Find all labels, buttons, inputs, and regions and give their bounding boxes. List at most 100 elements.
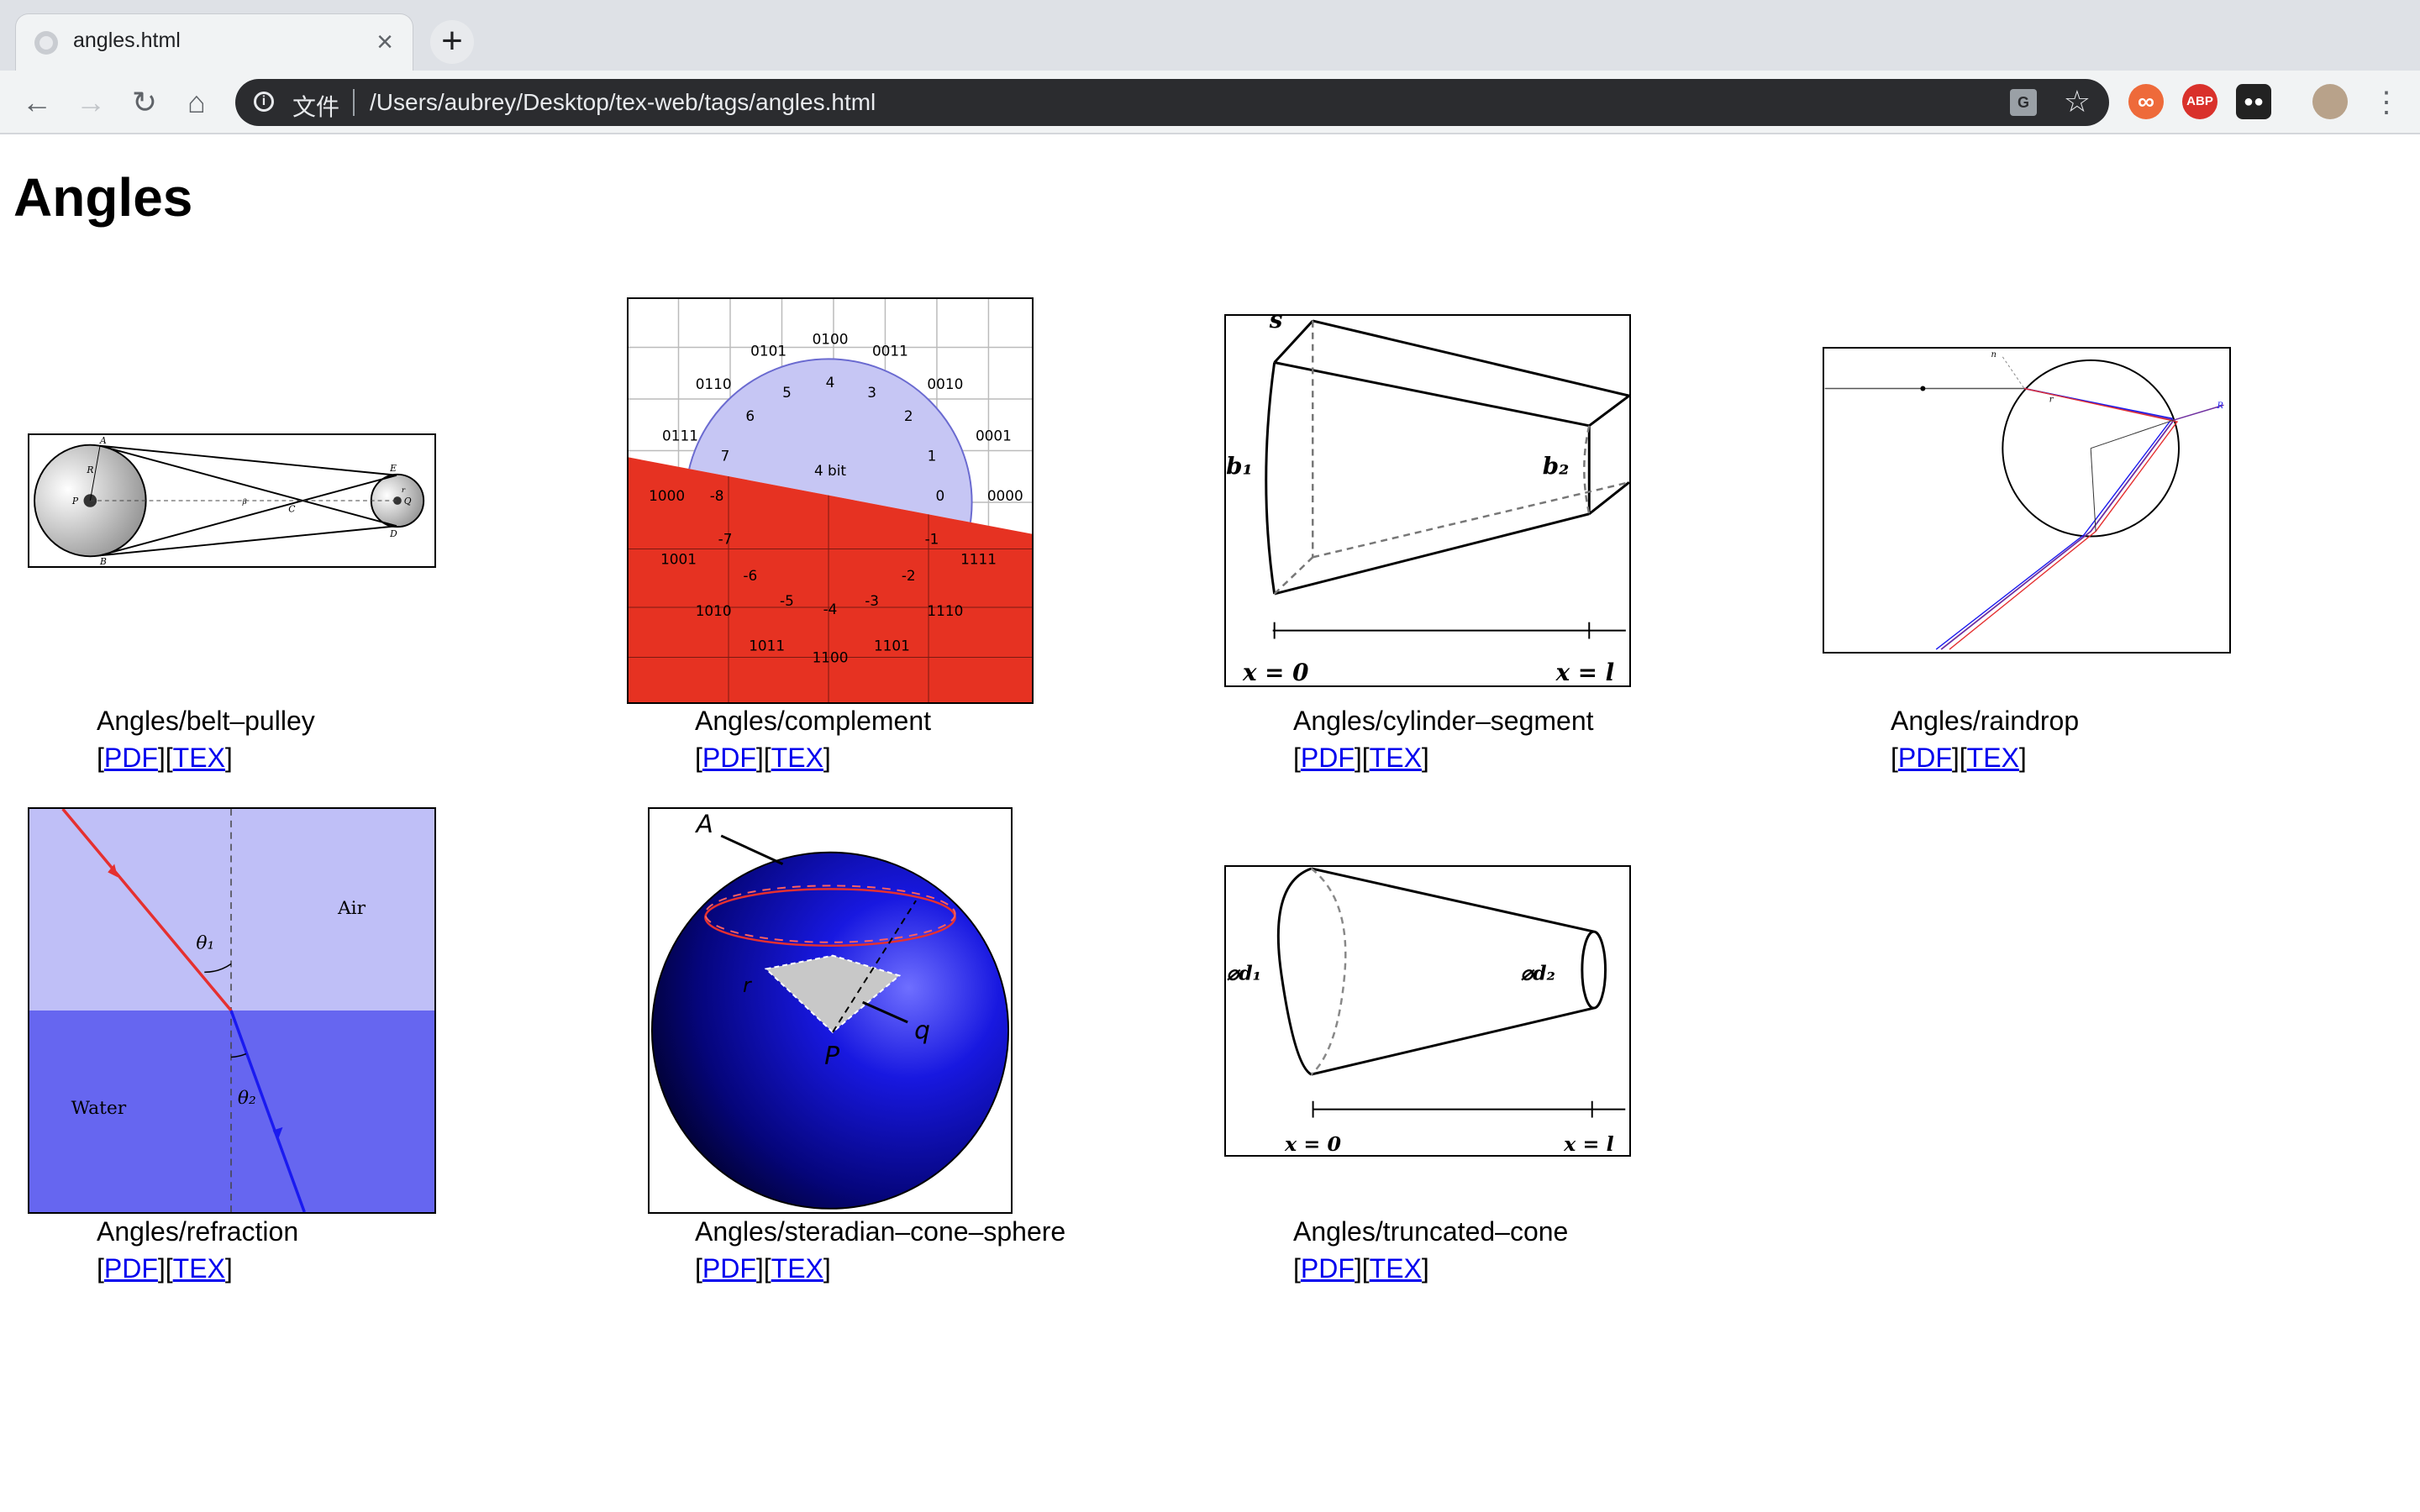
bookmark-star-icon[interactable]: ☆ [2064, 84, 2091, 119]
reload-icon[interactable]: ↻ [123, 81, 166, 124]
label-theta2: θ₂ [238, 1088, 256, 1109]
tex-link[interactable]: TEX [771, 743, 823, 773]
value-label: -5 [780, 592, 794, 609]
code-label: 0110 [696, 375, 732, 392]
new-tab-button[interactable]: + [430, 20, 474, 64]
pdf-link[interactable]: PDF [104, 743, 158, 773]
item-title: Angles/truncated–cone [1293, 1216, 1569, 1247]
value-label: -8 [710, 487, 724, 504]
code-label: 0111 [662, 428, 698, 444]
item-title: Angles/raindrop [1891, 706, 2080, 736]
code-label: 1111 [960, 550, 997, 567]
belt-pulley-thumbnail[interactable]: A B C D E P Q R r β [28, 433, 436, 568]
pdf-link[interactable]: PDF [1301, 743, 1355, 773]
caption-belt-pulley: Angles/belt–pulley [PDF][TEX] [97, 706, 315, 773]
label-r: r [2049, 395, 2054, 404]
url-text[interactable]: /Users/aubrey/Desktop/tex-web/tags/angle… [370, 89, 876, 116]
close-tab-icon[interactable]: × [369, 26, 401, 58]
raindrop-thumbnail[interactable]: n r R [1823, 347, 2231, 654]
item-title: Angles/refraction [97, 1216, 299, 1247]
code-label: 0011 [872, 342, 908, 359]
caption-cylinder-segment: Angles/cylinder–segment [PDF][TEX] [1293, 706, 1594, 773]
value-label: -3 [865, 592, 879, 609]
code-label: 0100 [813, 331, 849, 348]
label-d1: ⌀d₁ [1227, 961, 1261, 984]
label-s: s [1269, 316, 1283, 333]
tex-link[interactable]: TEX [771, 1253, 823, 1284]
truncated-cone-thumbnail[interactable]: ⌀d₁ ⌀d₂ x = 0 x = l [1224, 865, 1631, 1157]
value-label: 7 [721, 447, 730, 464]
complement-figure: 4 bit 0 1 2 3 4 5 6 7 -1 -2 -3 -4 -5 -6 … [629, 299, 1032, 702]
value-label: 2 [904, 407, 913, 424]
tab-strip: angles.html × + [0, 0, 2420, 71]
label-air: Air [337, 898, 366, 919]
label-e: E [389, 463, 397, 474]
cylinder-segment-thumbnail[interactable]: s b₁ b₂ x = 0 x = l [1224, 314, 1631, 687]
translate-icon[interactable]: G [2010, 89, 2037, 116]
forward-arrow-icon[interactable]: → [69, 81, 113, 124]
caption-steradian-cone-sphere: Angles/steradian–cone–sphere [PDF][TEX] [695, 1216, 1066, 1284]
menu-icon[interactable]: ⋮ [2365, 81, 2408, 124]
label-b1: b₁ [1226, 452, 1253, 480]
steradian-cone-sphere-thumbnail[interactable]: A r P q [648, 807, 1013, 1214]
item-title: Angles/steradian–cone–sphere [695, 1216, 1066, 1247]
refraction-figure: Air Water θ₁ θ₂ [29, 809, 434, 1212]
label-n: n [1991, 350, 1996, 360]
back-arrow-icon[interactable]: ← [15, 81, 59, 124]
tab-title: angles.html [73, 29, 181, 52]
tex-link[interactable]: TEX [1370, 1253, 1422, 1284]
label-q: Q [404, 496, 412, 507]
value-label: -4 [823, 601, 838, 617]
code-label: 1001 [660, 550, 697, 567]
tampermonkey-extension-icon[interactable]: ●● [2236, 84, 2271, 119]
tex-link[interactable]: TEX [173, 743, 225, 773]
tex-link[interactable]: TEX [173, 1253, 225, 1284]
label-r-big: R [86, 465, 93, 475]
pdf-link[interactable]: PDF [702, 743, 756, 773]
value-label: 4 [826, 374, 835, 391]
browser-tab[interactable]: angles.html × [15, 13, 413, 71]
label-xl: x = l [1555, 659, 1615, 685]
raindrop-figure: n r R [1824, 350, 2224, 650]
label-d: D [389, 528, 397, 539]
tex-link[interactable]: TEX [1370, 743, 1422, 773]
infinity-extension-icon[interactable]: ∞ [2128, 84, 2164, 119]
tex-link[interactable]: TEX [1967, 743, 2019, 773]
address-bar[interactable]: i 文件 /Users/aubrey/Desktop/tex-web/tags/… [235, 79, 2109, 126]
label-q: q [914, 1016, 930, 1046]
center-label: 4 bit [814, 462, 846, 479]
caption-complement: Angles/complement [PDF][TEX] [695, 706, 932, 773]
code-label: 0001 [976, 428, 1012, 444]
caption-refraction: Angles/refraction [PDF][TEX] [97, 1216, 299, 1284]
value-label: -2 [902, 567, 916, 584]
steradian-figure: A r P q [650, 810, 1010, 1210]
label-theta1: θ₁ [196, 933, 214, 954]
home-icon[interactable]: ⌂ [175, 81, 218, 124]
code-label: 1100 [813, 648, 849, 665]
info-icon[interactable]: i [254, 92, 274, 112]
complement-thumbnail[interactable]: 4 bit 0 1 2 3 4 5 6 7 -1 -2 -3 -4 -5 -6 … [627, 297, 1034, 704]
code-label: 0101 [750, 342, 786, 359]
refraction-thumbnail[interactable]: Air Water θ₁ θ₂ [28, 807, 436, 1214]
code-label: 0000 [987, 487, 1023, 504]
item-title: Angles/complement [695, 706, 932, 736]
belt-pulley-figure: A B C D E P Q R r β [34, 435, 425, 566]
code-label: 1010 [696, 602, 732, 619]
pdf-link[interactable]: PDF [1898, 743, 1952, 773]
value-label: 3 [867, 384, 876, 401]
pdf-link[interactable]: PDF [104, 1253, 158, 1284]
label-x0: x = 0 [1284, 1132, 1342, 1155]
adblock-extension-icon[interactable]: ABP [2182, 84, 2217, 119]
label-b2: b₂ [1543, 452, 1570, 480]
label-water: Water [71, 1098, 127, 1119]
value-label: 6 [745, 407, 755, 424]
code-label: 1110 [927, 602, 963, 619]
value-label: 5 [782, 384, 792, 401]
pdf-link[interactable]: PDF [702, 1253, 756, 1284]
value-label: -6 [743, 567, 757, 584]
label-a: A [99, 435, 107, 446]
pdf-link[interactable]: PDF [1301, 1253, 1355, 1284]
browser-toolbar: ← → ↻ ⌂ i 文件 /Users/aubrey/Desktop/tex-w… [0, 71, 2420, 134]
avatar[interactable] [2312, 84, 2348, 119]
code-label: 0010 [927, 375, 963, 392]
